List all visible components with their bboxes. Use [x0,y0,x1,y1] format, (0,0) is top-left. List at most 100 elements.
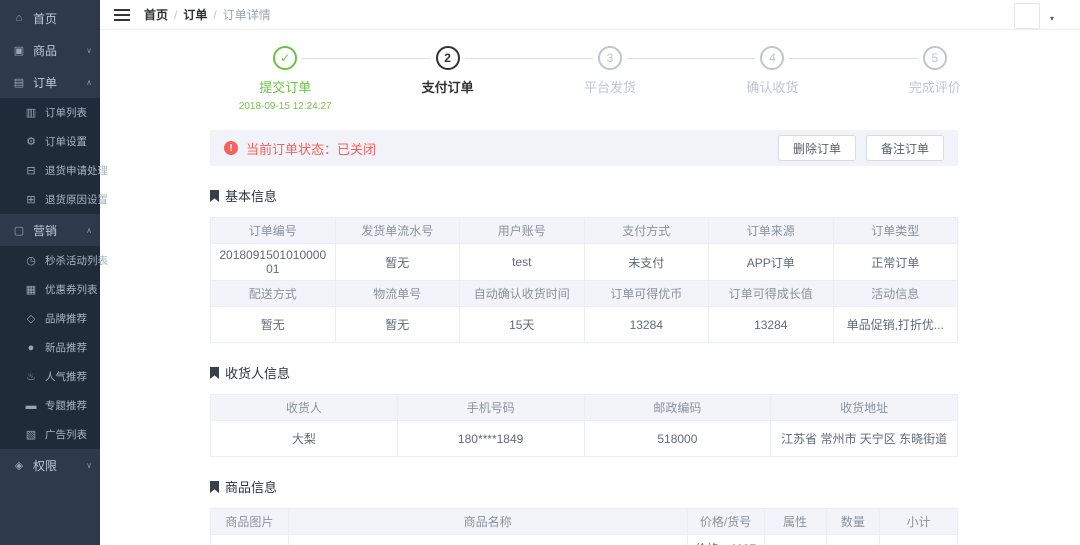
new-product-icon: ● [24,342,38,354]
product-name-cell: 华为 HUAWEI P20 品牌：华为 [288,535,687,545]
step-number: 4 [760,46,784,70]
order-source-cell: APP订单 [709,244,834,281]
subject-icon: ▬ [24,400,38,412]
sidebar-item-hot-rec[interactable]: ♨ 人气推荐 [0,362,100,391]
sidebar-item-flash-list[interactable]: ◷ 秒杀活动列表 [0,246,100,275]
sidebar-item-label: 商品 [33,42,57,59]
sidebar-item-new-rec[interactable]: ● 新品推荐 [0,333,100,362]
step-platform-ship: 3 平台发货 [529,46,691,112]
logistics-sn-cell: 暂无 [335,307,460,343]
tag-icon: ◇ [24,312,38,325]
step-pay-order: 2 支付订单 [366,46,528,112]
order-list-icon: ▥ [24,106,38,119]
step-number: 3 [598,46,622,70]
sidebar: ⌂ 首页 ▣ 商品 ∨ ▤ 订单 ∧ ▥ 订单列表 ⚙ 订单设置 ⊟ 退货申请处… [0,0,100,545]
subtotal-cell: ￥3788 [880,535,958,545]
order-type-cell: 正常订单 [833,244,958,281]
auto-confirm-cell: 15天 [460,307,585,343]
pay-type-cell: 未支付 [584,244,709,281]
sidebar-item-label: 订单列表 [45,105,87,120]
ad-icon: ▧ [24,428,38,441]
sidebar-item-label: 秒杀活动列表 [45,253,108,268]
product-image-cell [211,535,289,545]
hamburger-menu-icon[interactable] [114,9,130,21]
sidebar-item-label: 专题推荐 [45,398,87,413]
return-apply-icon: ⊟ [24,164,38,177]
table-header-cell: 商品图片 [211,509,289,535]
note-order-button[interactable]: 备注订单 [866,135,944,161]
main-area: 首页 / 订单 / 订单详情 ▾ ✓ 提交订单 2018-09-15 12:24… [100,0,1080,545]
table-header-cell: 配送方式 [211,281,336,307]
order-status-text: 当前订单状态：已关闭 [246,139,376,158]
price-sn-cell: 价格：￥3788 货号：6946605 [687,535,764,545]
table-header-cell: 数量 [826,509,880,535]
sidebar-item-label: 优惠券列表 [45,282,98,297]
sidebar-item-home[interactable]: ⌂ 首页 [0,2,100,34]
sidebar-item-ad-list[interactable]: ▧ 广告列表 [0,420,100,449]
chevron-down-icon: ∨ [86,461,92,470]
table-header-cell: 价格/货号 [687,509,764,535]
breadcrumb-separator: / [174,8,177,22]
order-detail-page: ✓ 提交订单 2018-09-15 12:24:27 2 支付订单 3 平台发货… [100,30,1080,545]
table-header-cell: 收货人 [211,395,398,421]
table-header-cell: 订单类型 [833,218,958,244]
delete-order-button[interactable]: 删除订单 [778,135,856,161]
step-check-icon: ✓ [273,46,297,70]
breadcrumb-order[interactable]: 订单 [183,6,207,23]
top-bar: 首页 / 订单 / 订单详情 ▾ [100,0,1080,30]
table-header-row: 收货人 手机号码 邮政编码 收货地址 [211,395,958,421]
table-header-cell: 商品名称 [288,509,687,535]
table-header-cell: 用户账号 [460,218,585,244]
breadcrumb-current: 订单详情 [223,6,271,23]
sidebar-item-marketing[interactable]: ▢ 营销 ∧ [0,214,100,246]
sidebar-item-return-reason[interactable]: ⊞ 退货原因设置 [0,185,100,214]
shield-icon: ◈ [12,459,26,472]
order-detail-body: ! 当前订单状态：已关闭 删除订单 备注订单 基本信息 订单编号 发货单流水号 [100,112,1080,545]
table-header-cell: 活动信息 [833,281,958,307]
step-finish-review: 5 完成评价 [854,46,1016,112]
table-row: 暂无 暂无 15天 13284 13284 单品促销,打折优... [211,307,958,343]
bookmark-icon [210,367,219,379]
basic-info-section-title: 基本信息 [210,186,958,205]
sidebar-item-coupon-list[interactable]: ▦ 优惠券列表 [0,275,100,304]
sidebar-item-permission[interactable]: ◈ 权限 ∨ [0,449,100,481]
table-header-cell: 手机号码 [397,395,584,421]
basic-info-table: 订单编号 发货单流水号 用户账号 支付方式 订单来源 订单类型 20180915… [210,217,958,343]
order-growth-cell: 13284 [709,307,834,343]
sidebar-item-return-apply[interactable]: ⊟ 退货申请处理 [0,156,100,185]
step-number: 5 [923,46,947,70]
table-header-cell: 订单来源 [709,218,834,244]
user-account-cell: test [460,244,585,281]
sidebar-item-label: 权限 [33,457,57,474]
step-time: 2018-09-15 12:24:27 [204,101,366,112]
sidebar-item-order-list[interactable]: ▥ 订单列表 [0,98,100,127]
order-coin-cell: 13284 [584,307,709,343]
sidebar-item-order-setting[interactable]: ⚙ 订单设置 [0,127,100,156]
table-header-cell: 订单可得成长值 [709,281,834,307]
marketing-submenu: ◷ 秒杀活动列表 ▦ 优惠券列表 ◇ 品牌推荐 ● 新品推荐 ♨ 人气推荐 ▬ … [0,246,100,449]
breadcrumb-separator: / [213,8,216,22]
table-header-cell: 收货地址 [771,395,958,421]
sidebar-item-goods[interactable]: ▣ 商品 ∨ [0,34,100,66]
sidebar-item-brand-rec[interactable]: ◇ 品牌推荐 [0,304,100,333]
avatar[interactable] [1014,3,1040,29]
table-header-cell: 支付方式 [584,218,709,244]
receiver-info-section-title: 收货人信息 [210,363,958,382]
step-label: 支付订单 [366,77,528,96]
promotion-info-cell: 单品促销,打折优... [833,307,958,343]
caret-down-icon[interactable]: ▾ [1050,14,1054,23]
app-window: ⌂ 首页 ▣ 商品 ∨ ▤ 订单 ∧ ▥ 订单列表 ⚙ 订单设置 ⊟ 退货申请处… [0,0,1080,545]
breadcrumb-home[interactable]: 首页 [144,6,168,23]
sidebar-item-subject-rec[interactable]: ▬ 专题推荐 [0,391,100,420]
step-label: 平台发货 [529,77,691,96]
sidebar-item-order[interactable]: ▤ 订单 ∧ [0,66,100,98]
sidebar-item-label: 首页 [33,10,57,27]
goods-info-section-title: 商品信息 [210,477,958,496]
sidebar-item-label: 新品推荐 [45,340,87,355]
order-icon: ▤ [12,76,26,89]
attrs-cell: 颜色:金色,容量:16G; [764,535,826,545]
post-code-cell: 518000 [584,421,771,457]
sidebar-item-label: 退货原因设置 [45,192,108,207]
home-icon: ⌂ [12,12,26,24]
sidebar-item-label: 品牌推荐 [45,311,87,326]
